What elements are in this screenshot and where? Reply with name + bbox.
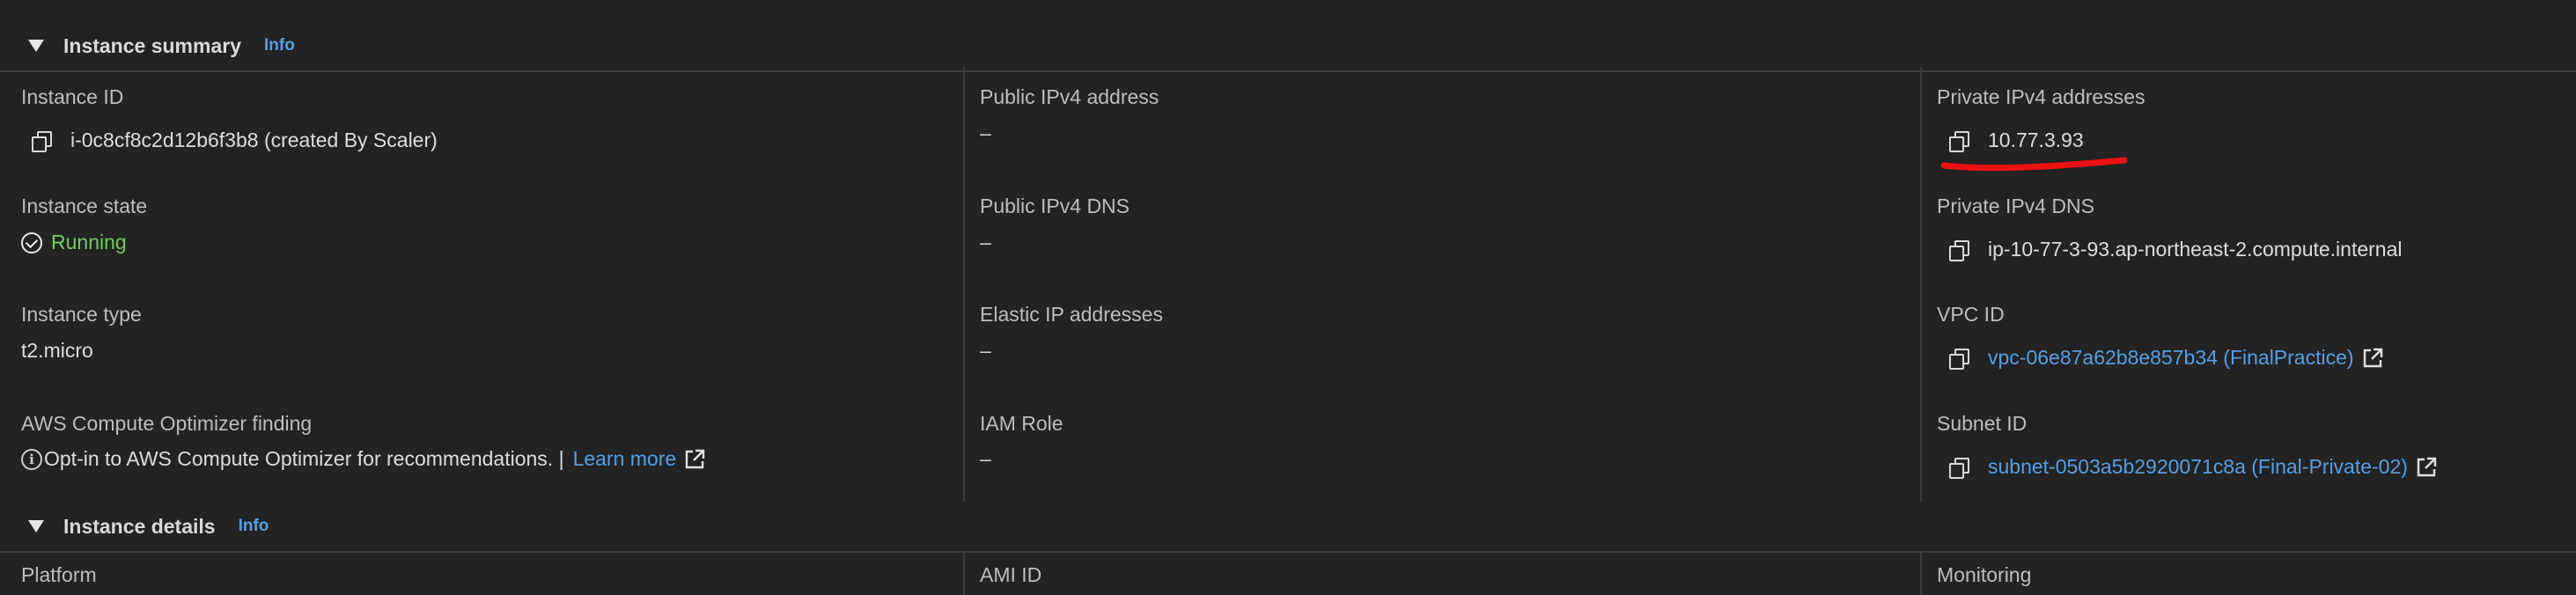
external-link-icon[interactable]	[2361, 347, 2384, 370]
external-link-icon[interactable]	[683, 448, 706, 471]
private-dns-value: ip-10-77-3-93.ap-northeast-2.compute.int…	[1988, 238, 2403, 261]
column-divider	[963, 67, 965, 502]
monitoring-label: Monitoring	[1937, 563, 2032, 586]
instance-details-header[interactable]: Instance details Info	[0, 502, 2576, 553]
subnet-id-link[interactable]: subnet-0503a5b2920071c8a (Final-Private-…	[1988, 455, 2408, 479]
public-ipv4-label: Public IPv4 address	[980, 85, 1159, 108]
private-dns-field: ip-10-77-3-93.ap-northeast-2.compute.int…	[1949, 238, 2403, 261]
iam-role-label: IAM Role	[980, 412, 1064, 435]
public-dns-value: –	[980, 231, 991, 253]
vpc-id-field: vpc-06e87a62b8e857b34 (FinalPractice)	[1949, 346, 2384, 370]
info-link[interactable]: Info	[264, 36, 295, 55]
column-divider	[1920, 553, 1922, 595]
instance-type-value: t2.micro	[21, 339, 93, 362]
info-circle-icon: i	[21, 448, 42, 470]
instance-type-label: Instance type	[21, 303, 142, 326]
vpc-id-label: VPC ID	[1937, 303, 2005, 326]
external-link-icon[interactable]	[2415, 456, 2438, 479]
iam-role-value: –	[980, 447, 991, 470]
instance-id-label: Instance ID	[21, 85, 124, 108]
caret-down-icon[interactable]	[28, 520, 44, 533]
subnet-id-field: subnet-0503a5b2920071c8a (Final-Private-…	[1949, 455, 2438, 479]
copy-icon[interactable]	[1949, 130, 1969, 152]
copy-icon[interactable]	[1949, 239, 1969, 261]
section-title: Instance summary	[63, 33, 241, 57]
public-dns-label: Public IPv4 DNS	[980, 195, 1130, 217]
column-divider	[963, 553, 965, 595]
instance-state-field: Running	[21, 231, 127, 254]
optimizer-field: i Opt-in to AWS Compute Optimizer for re…	[21, 447, 706, 471]
private-ipv4-field: 10.77.3.93	[1949, 129, 2084, 152]
private-ipv4-label: Private IPv4 addresses	[1937, 85, 2145, 108]
instance-state-value: Running	[51, 231, 127, 253]
optimizer-text: Opt-in to AWS Compute Optimizer for reco…	[44, 447, 564, 470]
private-ipv4-value: 10.77.3.93	[1988, 129, 2084, 151]
instance-id-value: i-0c8cf8c2d12b6f3b8 (created By Scaler)	[70, 129, 438, 151]
public-ipv4-value: –	[980, 121, 991, 144]
copy-icon[interactable]	[1949, 348, 1969, 370]
private-dns-label: Private IPv4 DNS	[1937, 195, 2094, 217]
elastic-ip-label: Elastic IP addresses	[980, 303, 1163, 326]
ami-id-label: AMI ID	[980, 563, 1042, 586]
learn-more-link[interactable]: Learn more	[573, 447, 677, 471]
info-link[interactable]: Info	[239, 517, 269, 536]
instance-summary-header[interactable]: Instance summary Info	[0, 21, 2576, 72]
copy-icon[interactable]	[32, 130, 52, 152]
check-circle-icon	[21, 231, 42, 253]
platform-label: Platform	[21, 563, 97, 586]
caret-down-icon[interactable]	[28, 40, 44, 52]
column-divider	[1920, 67, 1922, 502]
optimizer-label: AWS Compute Optimizer finding	[21, 412, 313, 435]
subnet-id-label: Subnet ID	[1937, 412, 2028, 435]
vpc-id-link[interactable]: vpc-06e87a62b8e857b34 (FinalPractice)	[1988, 346, 2354, 370]
section-title: Instance details	[63, 514, 216, 538]
elastic-ip-value: –	[980, 339, 991, 362]
red-annotation-underline	[1940, 157, 2128, 172]
copy-icon[interactable]	[1949, 457, 1969, 479]
instance-id-field: i-0c8cf8c2d12b6f3b8 (created By Scaler)	[32, 129, 438, 152]
instance-state-label: Instance state	[21, 195, 148, 217]
